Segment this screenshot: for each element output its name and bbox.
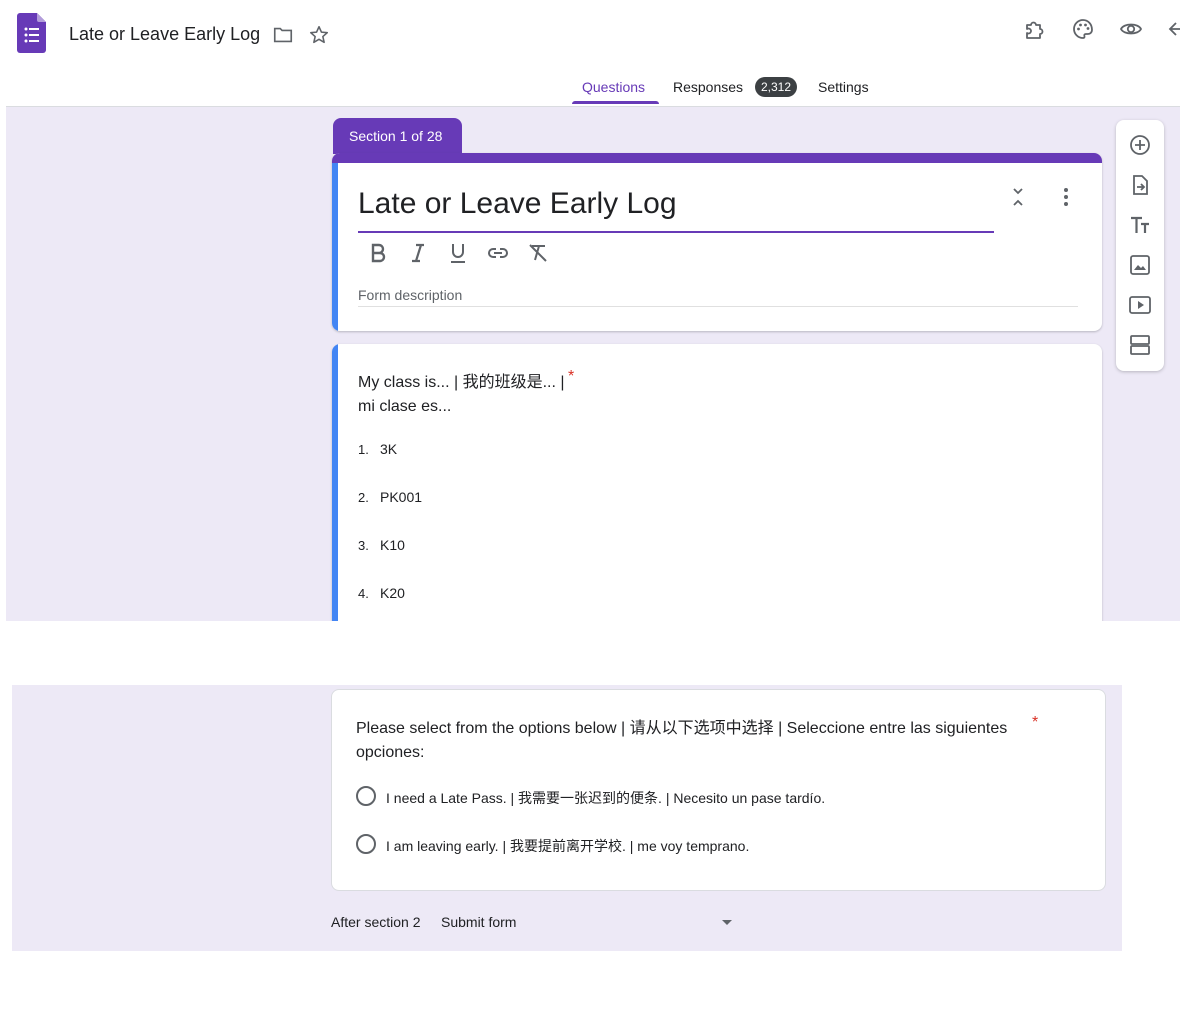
after-section-label: After section 2	[331, 914, 421, 930]
description-underline	[358, 306, 1078, 307]
bold-icon[interactable]	[366, 241, 390, 265]
option-label[interactable]: PK001	[380, 489, 422, 505]
collapse-section-icon[interactable]	[1006, 185, 1030, 209]
form-description-input[interactable]: Form description	[358, 287, 462, 303]
option-label[interactable]: K20	[380, 585, 405, 601]
tab-responses[interactable]: Responses	[673, 79, 743, 95]
forms-logo-icon[interactable]	[17, 13, 46, 53]
required-asterisk: *	[568, 368, 575, 385]
responses-count-badge: 2,312	[755, 77, 798, 97]
active-tab-indicator	[572, 101, 659, 104]
star-icon[interactable]	[308, 24, 330, 46]
import-questions-icon[interactable]	[1128, 173, 1152, 197]
form-tabs: Questions Responses 2,312 Settings	[0, 70, 1180, 106]
card-focus-indicator	[332, 344, 338, 621]
dropdown-arrow-icon[interactable]	[720, 917, 734, 927]
more-options-icon[interactable]	[1054, 185, 1078, 209]
after-section-dropdown[interactable]: Submit form	[441, 914, 516, 930]
top-bar: Late or Leave Early Log	[0, 0, 1180, 70]
question-title[interactable]: Please select from the options below | 请…	[356, 717, 1026, 765]
underline-icon[interactable]	[446, 241, 470, 265]
question-title-line: mi clase es...	[358, 398, 452, 415]
side-toolbar	[1116, 120, 1164, 371]
add-title-icon[interactable]	[1128, 213, 1152, 237]
option-number: 1.	[358, 442, 369, 457]
option-number: 4.	[358, 586, 369, 601]
form-editor-canvas: Section 1 of 28 Late or Leave Early Log …	[6, 106, 1180, 621]
add-video-icon[interactable]	[1128, 293, 1152, 317]
add-question-icon[interactable]	[1128, 133, 1152, 157]
question-title-line: My class is... | 我的班级是... |	[358, 374, 565, 391]
form-title-card[interactable]: Late or Leave Early Log Form description	[332, 153, 1102, 331]
card-focus-indicator	[332, 163, 338, 331]
option-number: 3.	[358, 538, 369, 553]
radio-option-label[interactable]: I am leaving early. | 我要提前离开学校. | me voy…	[386, 836, 749, 856]
tab-questions[interactable]: Questions	[582, 79, 645, 95]
radio-button[interactable]	[356, 834, 376, 854]
palette-icon[interactable]	[1071, 17, 1095, 41]
question-card[interactable]: My class is... | 我的班级是... | mi clase es.…	[332, 344, 1102, 621]
radio-option-label[interactable]: I need a Late Pass. | 我需要一张迟到的便条. | Nece…	[386, 788, 825, 808]
radio-button[interactable]	[356, 786, 376, 806]
tab-settings[interactable]: Settings	[818, 79, 869, 95]
form-editor-canvas-lower: Please select from the options below | 请…	[12, 685, 1122, 951]
title-underline	[358, 231, 994, 233]
folder-icon[interactable]	[272, 24, 294, 46]
section-label: Section 1 of 28	[333, 118, 462, 154]
document-title[interactable]: Late or Leave Early Log	[69, 24, 260, 45]
link-icon[interactable]	[486, 241, 510, 265]
add-section-icon[interactable]	[1128, 333, 1152, 357]
clear-format-icon[interactable]	[526, 241, 550, 265]
required-asterisk: *	[1032, 714, 1039, 731]
question-card[interactable]: Please select from the options below | 请…	[331, 689, 1106, 891]
option-label[interactable]: 3K	[380, 441, 397, 457]
eye-preview-icon[interactable]	[1119, 17, 1143, 41]
add-image-icon[interactable]	[1128, 253, 1152, 277]
question-title[interactable]: My class is... | 我的班级是... | mi clase es.…	[358, 371, 598, 419]
italic-icon[interactable]	[406, 241, 430, 265]
option-label[interactable]: K10	[380, 537, 405, 553]
option-number: 2.	[358, 490, 369, 505]
puzzle-addon-icon[interactable]	[1023, 17, 1047, 41]
form-title-input[interactable]: Late or Leave Early Log	[358, 187, 677, 221]
undo-icon[interactable]	[1166, 17, 1180, 41]
card-top-accent	[332, 153, 1102, 163]
